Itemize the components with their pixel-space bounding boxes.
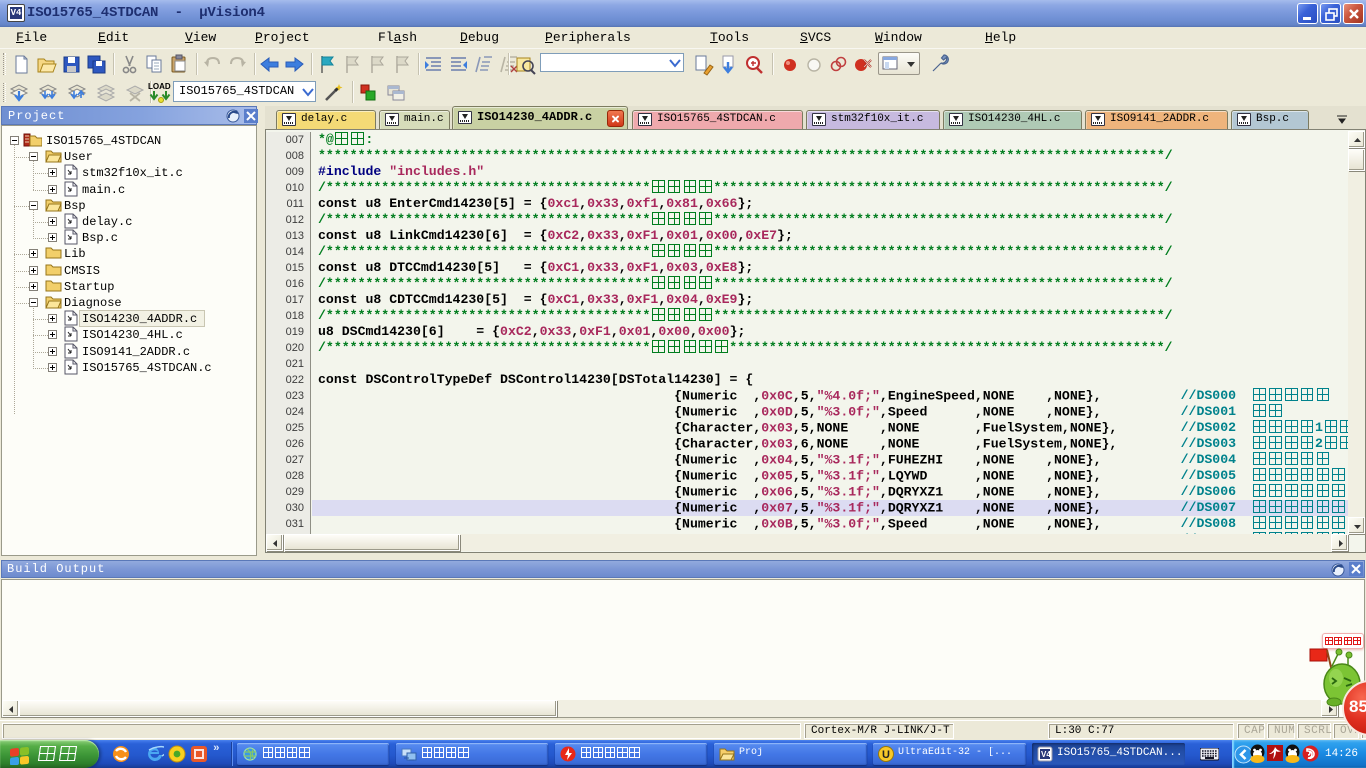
svg-text:U: U	[882, 749, 890, 761]
svg-text:LOAD: LOAD	[148, 82, 171, 91]
svg-text:V4: V4	[1041, 750, 1051, 759]
